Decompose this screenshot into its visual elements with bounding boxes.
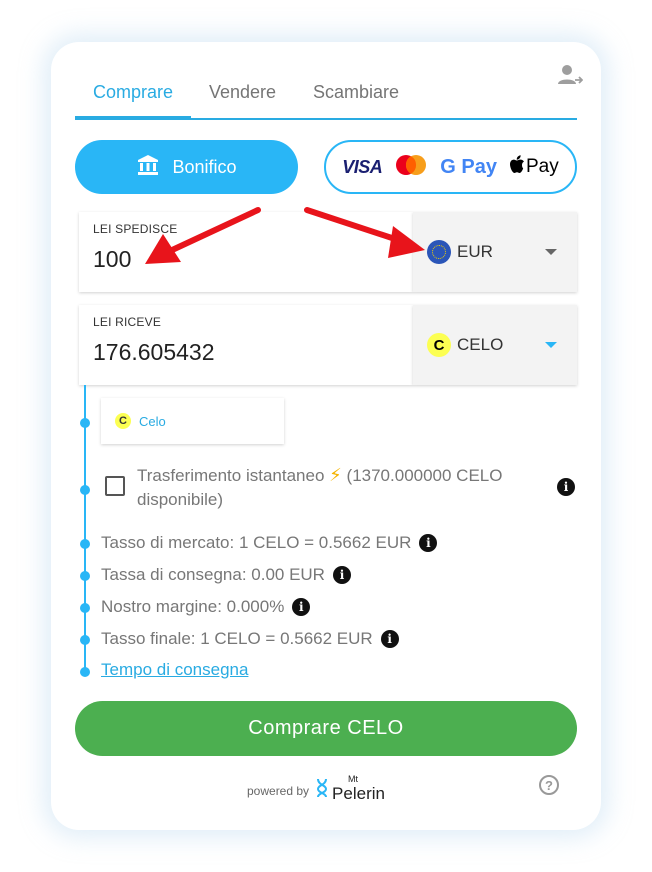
- widget-card: Comprare Vendere Scambiare Bonifico VISA: [51, 42, 601, 830]
- timeline-dot: [80, 571, 90, 581]
- network-chip[interactable]: C Celo: [101, 398, 284, 444]
- google-pay-text: G Pay: [440, 155, 497, 178]
- account-switch-icon[interactable]: [557, 64, 584, 86]
- timeline-dot: [80, 603, 90, 613]
- lightning-icon: ⚡: [329, 465, 342, 485]
- card-payment-button[interactable]: VISA G Pay Pay: [324, 140, 577, 194]
- market-rate-text: Tasso di mercato: 1 CELO = 0.5662 EUR: [101, 533, 412, 552]
- receive-amount-value: 176.605432: [93, 339, 215, 365]
- info-icon[interactable]: i: [380, 630, 399, 648]
- tab-buy[interactable]: Comprare: [93, 82, 173, 103]
- send-label: LEI SPEDISCE: [93, 222, 178, 236]
- timeline-line: [84, 385, 86, 672]
- send-currency-label: EUR: [457, 242, 493, 261]
- brand-name: Pelerin: [332, 784, 385, 803]
- visa-logo: VISA: [342, 156, 383, 177]
- bank-icon: [136, 153, 160, 182]
- market-rate-row: Tasso di mercato: 1 CELO = 0.5662 EUR i: [101, 533, 438, 553]
- timeline-dot: [80, 418, 90, 428]
- info-icon[interactable]: i: [419, 534, 438, 552]
- delivery-time-link[interactable]: Tempo di consegna: [101, 660, 248, 680]
- info-icon[interactable]: i: [557, 478, 575, 496]
- tab-active-indicator: [75, 116, 191, 120]
- final-rate-text: Tasso finale: 1 CELO = 0.5662 EUR: [101, 629, 373, 648]
- timeline-dot: [80, 539, 90, 549]
- margin-text: Nostro margine: 0.000%: [101, 597, 285, 616]
- bank-transfer-label: Bonifico: [172, 156, 237, 177]
- eu-flag-icon: [427, 240, 451, 264]
- send-amount-field[interactable]: LEI SPEDISCE 100: [79, 212, 413, 292]
- instant-transfer-text: Trasferimento istantaneo: [137, 466, 325, 485]
- chevron-down-icon: [545, 342, 557, 348]
- instant-transfer-checkbox[interactable]: [105, 476, 125, 496]
- delivery-fee-row: Tassa di consegna: 0.00 EUR i: [101, 565, 351, 585]
- celo-logo-icon: C: [115, 413, 131, 429]
- tab-swap[interactable]: Scambiare: [313, 82, 399, 103]
- buy-celo-button[interactable]: Comprare CELO: [75, 701, 577, 756]
- apple-pay-text: Pay: [525, 156, 559, 177]
- powered-by-text: powered by: [247, 783, 310, 798]
- receive-label: LEI RICEVE: [93, 315, 162, 329]
- receive-currency-label: CELO: [457, 335, 504, 354]
- pelerin-logo[interactable]: Mt Pelerin: [315, 774, 385, 804]
- celo-logo-icon: C: [427, 333, 451, 357]
- powered-by: powered by Mt Pelerin: [247, 774, 385, 804]
- final-rate-row: Tasso finale: 1 CELO = 0.5662 EUR i: [101, 629, 399, 649]
- chevron-down-icon: [545, 249, 557, 255]
- help-icon[interactable]: ?: [539, 775, 559, 795]
- timeline-dot: [80, 667, 90, 677]
- brand-prefix: Mt: [348, 774, 359, 784]
- margin-row: Nostro margine: 0.000% i: [101, 597, 311, 617]
- delivery-fee-text: Tassa di consegna: 0.00 EUR: [101, 565, 325, 584]
- timeline-dot: [80, 635, 90, 645]
- send-amount-input[interactable]: 100: [93, 246, 131, 273]
- pelerin-logo-icon: [315, 777, 329, 804]
- timeline-dot: [80, 485, 90, 495]
- bank-transfer-button[interactable]: Bonifico: [75, 140, 298, 194]
- apple-icon: [509, 154, 525, 180]
- google-pay-logo: G Pay: [440, 156, 497, 179]
- receive-amount-field[interactable]: LEI RICEVE 176.605432: [79, 305, 413, 385]
- info-icon[interactable]: i: [292, 598, 311, 616]
- info-icon[interactable]: i: [332, 566, 351, 584]
- send-currency-select[interactable]: EUR: [413, 212, 577, 292]
- apple-pay-logo: Pay: [509, 154, 559, 180]
- instant-transfer-label: Trasferimento istantaneo ⚡ (1370.000000 …: [137, 463, 557, 512]
- network-name: Celo: [139, 413, 166, 429]
- tab-sell[interactable]: Vendere: [209, 82, 276, 103]
- receive-currency-select[interactable]: C CELO: [413, 305, 577, 385]
- mastercard-icon: [394, 154, 428, 181]
- celo-logo-letter: C: [433, 336, 445, 354]
